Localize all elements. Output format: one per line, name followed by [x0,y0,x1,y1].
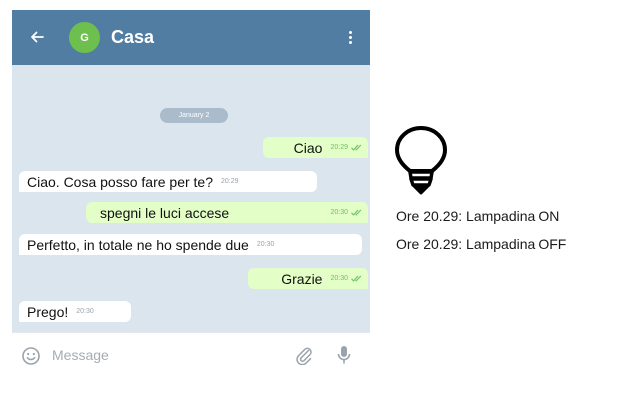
avatar-initial: G [80,31,89,44]
message-text: Ciao. Cosa posso fare per te? [27,173,213,190]
menu-button[interactable] [342,26,358,48]
date-divider: January 2 [160,108,228,123]
message-text: Grazie [281,270,323,287]
message-time: 20:29 [330,144,348,151]
log-entry: Ore 20.29: Lampadina OFF [396,236,566,252]
message-text: Perfetto, in totale ne ho spende due [27,236,249,253]
message-incoming[interactable]: Prego! 20:30 [19,301,131,322]
chat-title[interactable]: Casa [111,27,154,48]
chat-app: G Casa January 2 Ciao 20:29 Ciao. Cosa p… [12,10,370,399]
log-text: Ore 20.29: Lampadina [396,208,536,224]
kebab-menu-icon [348,30,352,34]
log-entry: Ore 20.29: Lampadina ON [396,208,559,224]
message-incoming[interactable]: Perfetto, in totale ne ho spende due 20:… [19,234,362,255]
smile-icon [22,347,40,365]
emoji-button[interactable] [21,346,41,366]
double-check-icon [351,209,362,216]
message-time: 20:30 [256,241,275,248]
message-incoming[interactable]: Ciao. Cosa posso fare per te? 20:29 [19,171,317,192]
message-time: 20:30 [76,308,94,315]
message-text: Ciao [293,139,323,156]
message-text: spegni le luci accese [100,204,230,221]
double-check-icon [351,275,362,282]
message-time: 20:30 [330,275,348,282]
light-bulb-icon [395,126,447,195]
log-text: Ore 20.29: Lampadina [396,236,536,252]
arrow-left-icon [31,31,44,43]
attach-button[interactable] [294,345,314,366]
log-state: OFF [538,236,567,252]
message-outgoing[interactable]: Grazie 20:30 [248,268,368,289]
message-outgoing[interactable]: spegni le luci accese 20:30 [86,202,368,223]
avatar[interactable]: G [69,22,100,53]
message-text: Prego! [27,303,69,320]
log-state: ON [538,208,560,224]
microphone-button[interactable] [334,344,354,366]
back-button[interactable] [24,24,50,50]
chat-header: G Casa [12,10,370,65]
message-time: 20:30 [330,209,348,216]
message-outgoing[interactable]: Ciao 20:29 [263,137,368,158]
message-time: 20:29 [221,178,239,185]
bottom-blank-area [12,378,370,399]
microphone-icon [337,346,351,364]
message-input[interactable] [52,343,282,367]
double-check-icon [351,144,362,151]
paperclip-icon [296,347,312,366]
message-composer [12,332,370,378]
